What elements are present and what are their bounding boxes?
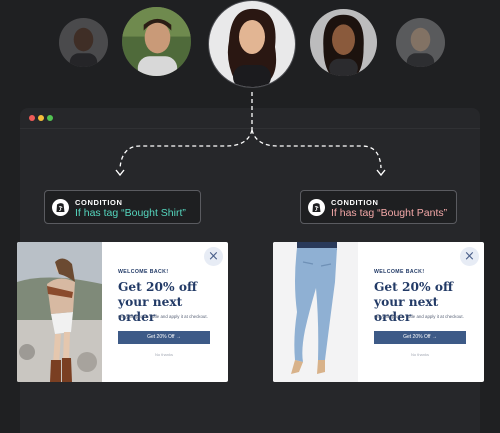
popup-subtext: Get your promo code and apply it at chec…: [118, 314, 208, 319]
shopify-icon: [308, 199, 325, 216]
welcome-label: WELCOME BACK!: [374, 269, 425, 275]
welcome-label: WELCOME BACK!: [118, 269, 169, 275]
popup-card-pants: × WELCOME BACK! Get 20% off your next or…: [273, 242, 484, 382]
condition-label: CONDITION: [75, 198, 123, 207]
close-popup-button[interactable]: ×: [460, 247, 479, 266]
no-thanks-link[interactable]: No thanks: [118, 352, 210, 357]
condition-bought-pants[interactable]: CONDITION If has tag “Bought Pants”: [300, 190, 457, 224]
condition-label: CONDITION: [331, 198, 379, 207]
get-discount-button[interactable]: Get 20% Off →: [374, 331, 466, 344]
shirt-model-photo: [17, 242, 102, 382]
no-thanks-link[interactable]: No thanks: [374, 352, 466, 357]
popup-subtext: Get your promo code and apply it at chec…: [374, 314, 464, 319]
get-discount-button[interactable]: Get 20% Off →: [118, 331, 210, 344]
jeans-model-photo: [273, 242, 358, 382]
popup-card-shirt: × WELCOME BACK! Get 20% off your next or…: [17, 242, 228, 382]
shopify-icon: [52, 199, 69, 216]
condition-bought-shirt[interactable]: CONDITION If has tag “Bought Shirt”: [44, 190, 201, 224]
condition-text: If has tag “Bought Pants”: [331, 207, 448, 219]
condition-text: If has tag “Bought Shirt”: [75, 207, 186, 219]
close-popup-button[interactable]: ×: [204, 247, 223, 266]
